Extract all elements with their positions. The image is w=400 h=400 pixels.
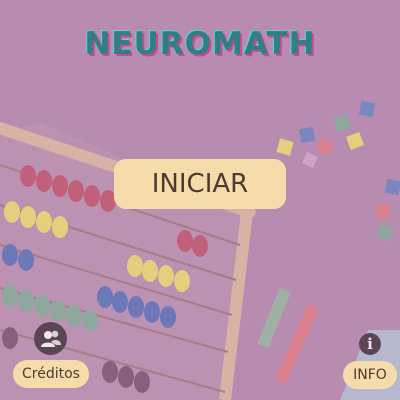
home-screen: NEUROMATH INICIAR Créditos i INFO (0, 0, 400, 400)
users-icon[interactable] (34, 322, 67, 355)
info-icon[interactable]: i (359, 333, 381, 355)
users-icon-glyph (40, 330, 61, 347)
counting-rods-illustration (257, 287, 320, 384)
start-button[interactable]: INICIAR (114, 159, 286, 209)
info-button[interactable]: INFO (343, 361, 397, 389)
cubes-illustration (276, 100, 400, 242)
credits-button[interactable]: Créditos (13, 360, 89, 388)
app-title: NEUROMATH (84, 26, 316, 62)
